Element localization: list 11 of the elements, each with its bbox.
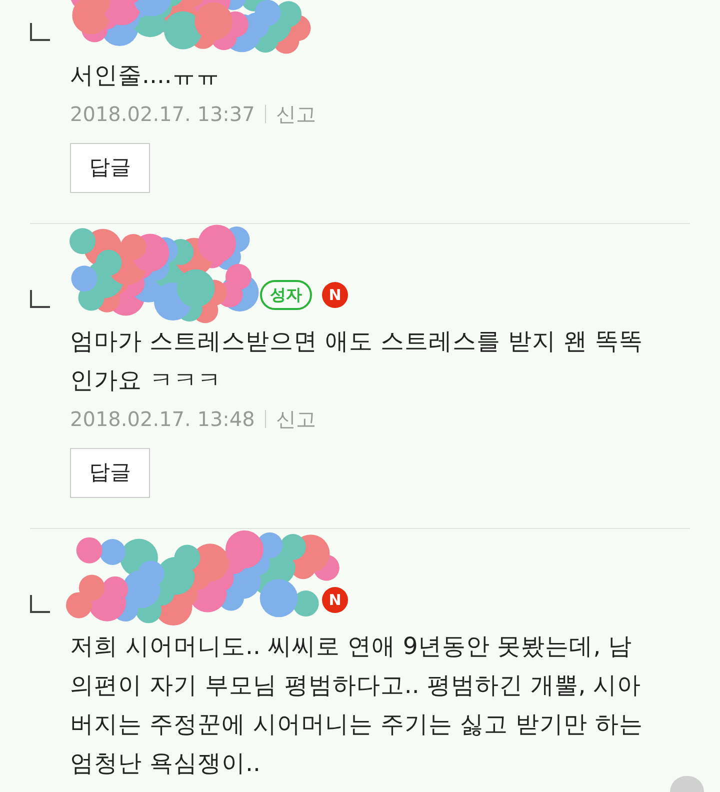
new-badge: N [322,282,348,308]
comment-text: 서인줄....ㅠㅠ [70,60,221,91]
author-badge: 성자 [260,280,312,310]
comment-text: 저희 시어머니도.. 씨씨로 연애 9년동안 못봤는데, 남의편이 자기 부모님 평범하다고.. 평범하긴 개뿔, 시아버지는 주정꾼에 시어머니는 주기는 싫고 받기만 하는 엄청난 욕심쟁이.. [70,631,644,779]
floating-button[interactable] [670,776,704,792]
new-badge: N [322,587,348,613]
comment-date: 2018.02.17. 13:37 [70,101,255,128]
comment-date: 2018.02.17. 13:48 [70,406,255,433]
reply-button[interactable]: 답글 [70,448,150,498]
reply-button[interactable]: 답글 [70,143,150,193]
comment-text: 엄마가 스트레스받으면 애도 스트레스를 받지 왠 똑똑인가요 ㅋㅋㅋ [70,326,644,396]
